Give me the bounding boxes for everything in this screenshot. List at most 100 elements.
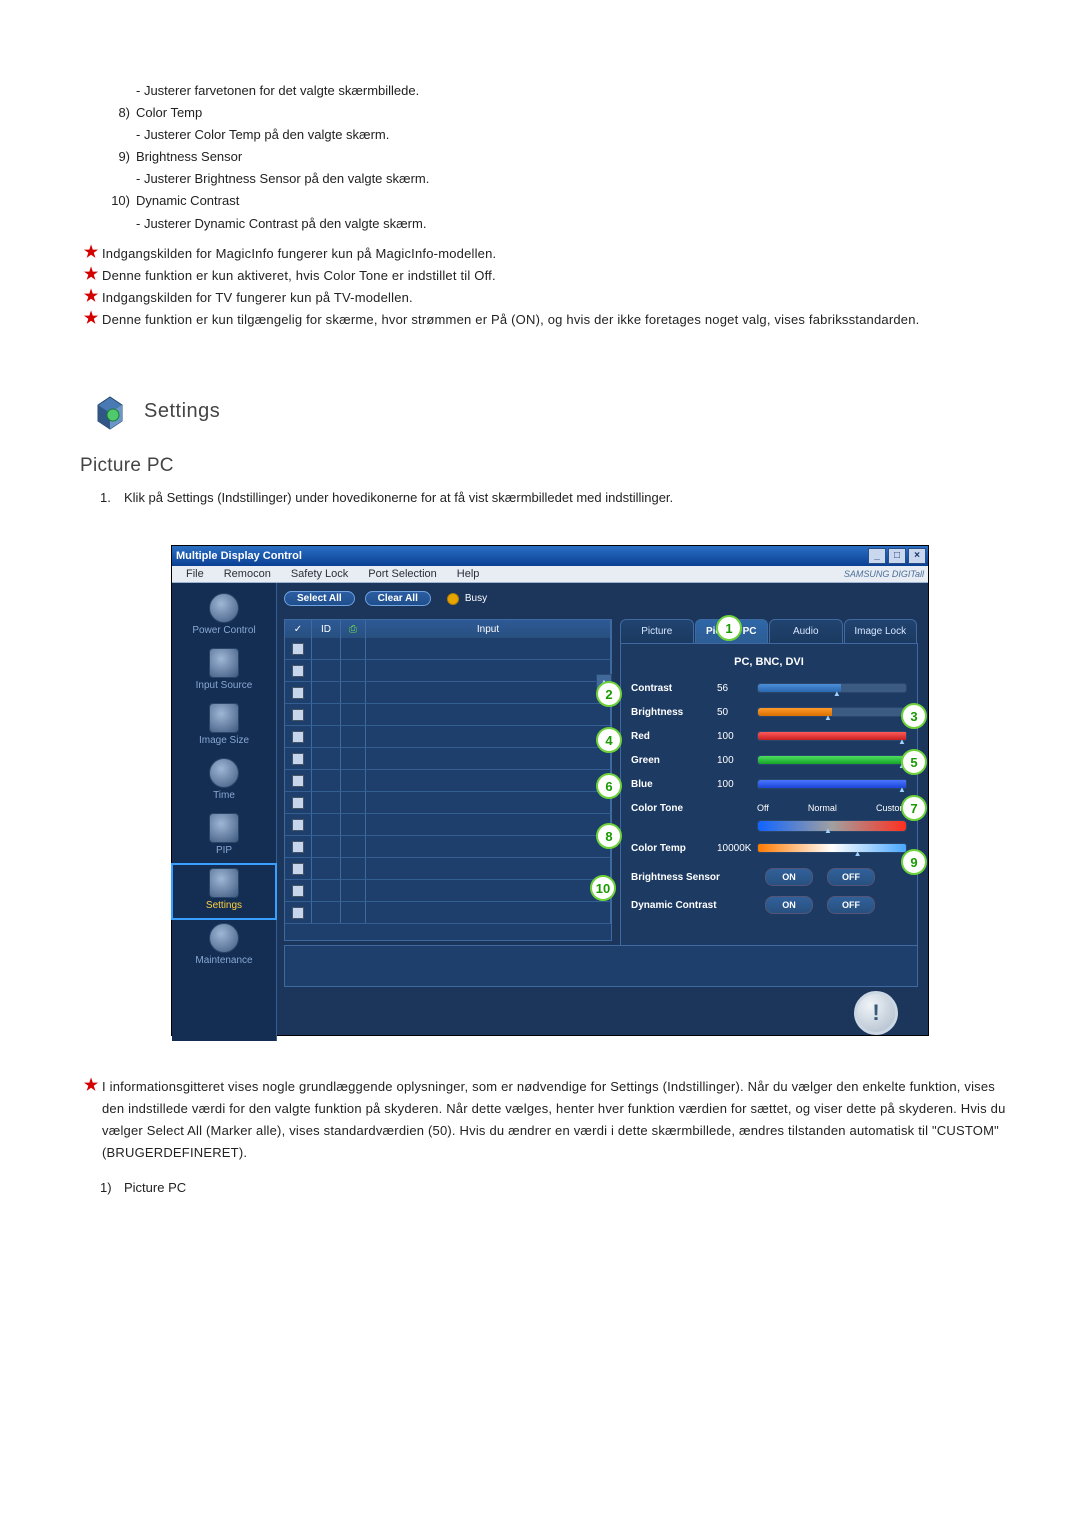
blue-row: Blue 100 [631, 774, 907, 794]
green-slider[interactable] [757, 755, 907, 765]
display-grid[interactable]: ✓ ID ⎙ Input [284, 619, 612, 941]
busy-indicator: Busy [447, 593, 487, 605]
brightness-sensor-off[interactable]: OFF [827, 868, 875, 886]
colortone-off: Off [757, 803, 769, 813]
table-row[interactable] [285, 814, 611, 836]
minimize-button[interactable]: _ [868, 548, 886, 564]
table-row[interactable] [285, 748, 611, 770]
item-9-title: Brightness Sensor [136, 146, 429, 168]
marker-4: 4 [596, 727, 622, 753]
settings-cube-icon [209, 868, 239, 898]
tab-audio[interactable]: Audio [769, 619, 843, 643]
table-row[interactable] [285, 858, 611, 880]
sidebar-item-input[interactable]: Input Source [172, 644, 276, 699]
close-button[interactable]: × [908, 548, 926, 564]
sidebar-item-label: Maintenance [172, 955, 276, 966]
maximize-button[interactable]: □ [888, 548, 906, 564]
table-row[interactable] [285, 638, 611, 660]
dynamic-contrast-label: Dynamic Contrast [631, 900, 751, 911]
red-slider[interactable] [757, 731, 907, 741]
contrast-label: Contrast [631, 683, 717, 694]
menu-help[interactable]: Help [447, 568, 490, 580]
contrast-value: 56 [717, 683, 757, 694]
marker-2: 2 [596, 681, 622, 707]
item-9-num: 9) [100, 146, 136, 190]
grid-header-input[interactable]: Input [366, 620, 611, 638]
note-2: Denne funktion er kun aktiveret, hvis Co… [102, 265, 496, 287]
star-icon: ★ [80, 243, 102, 264]
option-list: - Justerer farvetonen for det valgte skæ… [100, 80, 1020, 235]
brightness-label: Brightness [631, 707, 717, 718]
marker-9: 9 [901, 849, 927, 875]
blue-value: 100 [717, 779, 757, 790]
table-row[interactable] [285, 682, 611, 704]
titlebar[interactable]: Multiple Display Control _ □ × [172, 546, 928, 566]
select-all-button[interactable]: Select All [284, 591, 355, 606]
marker-5: 5 [901, 749, 927, 775]
clear-all-button[interactable]: Clear All [365, 591, 431, 606]
brightness-slider[interactable] [757, 707, 907, 717]
pip-icon [209, 813, 239, 843]
brightness-row: Brightness 50 [631, 702, 907, 722]
table-row[interactable] [285, 836, 611, 858]
note-1: Indgangskilden for MagicInfo fungerer ku… [102, 243, 496, 265]
after-notes: ★ I informationsgitteret vises nogle gru… [80, 1076, 1020, 1164]
colortemp-slider[interactable] [757, 843, 907, 853]
sidebar-item-settings[interactable]: Settings [172, 864, 276, 919]
sidebar-item-power[interactable]: Power Control [172, 589, 276, 644]
sidebar-item-label: Time [172, 790, 276, 801]
dynamic-contrast-off[interactable]: OFF [827, 896, 875, 914]
sidebar-item-maintenance[interactable]: Maintenance [172, 919, 276, 974]
star-icon: ★ [80, 287, 102, 308]
contrast-row: Contrast 56 [631, 678, 907, 698]
item-10-num: 10) [100, 190, 136, 234]
star-icon: ★ [80, 265, 102, 286]
dynamic-contrast-on[interactable]: ON [765, 896, 813, 914]
green-row: Green 100 [631, 750, 907, 770]
tab-image-lock[interactable]: Image Lock [844, 619, 918, 643]
table-row[interactable] [285, 726, 611, 748]
sidebar-item-label: Input Source [172, 680, 276, 691]
menu-remocon[interactable]: Remocon [214, 568, 281, 580]
intro-text: Klik på Settings (Indstillinger) under h… [124, 487, 673, 509]
colortone-slider[interactable] [757, 820, 907, 832]
grid-header-id[interactable]: ID [312, 620, 341, 638]
busy-label: Busy [465, 593, 487, 604]
tab-picture[interactable]: Picture [620, 619, 694, 643]
menu-file[interactable]: File [176, 568, 214, 580]
busy-dot-icon [447, 593, 459, 605]
status-strip [284, 945, 918, 987]
sidebar-item-time[interactable]: Time [172, 754, 276, 809]
image-size-icon [209, 703, 239, 733]
settings-panel: Picture Picture PC Audio Image Lock PC, … [620, 619, 918, 939]
brightness-sensor-label: Brightness Sensor [631, 872, 751, 883]
blue-label: Blue [631, 779, 717, 790]
item-8-title: Color Temp [136, 102, 389, 124]
marker-6: 6 [596, 773, 622, 799]
item-8-desc: - Justerer Color Temp på den valgte skær… [136, 124, 389, 146]
table-row[interactable] [285, 770, 611, 792]
brand-label: SAMSUNG DIGITall [844, 569, 924, 579]
grid-header-checkbox[interactable]: ✓ [285, 620, 312, 638]
table-row[interactable] [285, 660, 611, 682]
sidebar-item-label: Power Control [172, 625, 276, 636]
table-row[interactable] [285, 880, 611, 902]
contrast-slider[interactable] [757, 683, 907, 693]
after-list: 1) Picture PC [100, 1177, 1020, 1199]
table-row[interactable] [285, 704, 611, 726]
brightness-sensor-on[interactable]: ON [765, 868, 813, 886]
sidebar-item-image-size[interactable]: Image Size [172, 699, 276, 754]
menu-port-selection[interactable]: Port Selection [358, 568, 446, 580]
item-9-desc: - Justerer Brightness Sensor på den valg… [136, 168, 429, 190]
table-row[interactable] [285, 902, 611, 924]
brightness-value: 50 [717, 707, 757, 718]
sidebar-item-pip[interactable]: PIP [172, 809, 276, 864]
menu-safety-lock[interactable]: Safety Lock [281, 568, 358, 580]
settings-title: Settings [144, 400, 220, 423]
item-10-desc: - Justerer Dynamic Contrast på den valgt… [136, 213, 426, 235]
red-value: 100 [717, 731, 757, 742]
grid-header-status-icon[interactable]: ⎙ [341, 620, 366, 638]
window-title: Multiple Display Control [176, 550, 866, 562]
blue-slider[interactable] [757, 779, 907, 789]
table-row[interactable] [285, 792, 611, 814]
